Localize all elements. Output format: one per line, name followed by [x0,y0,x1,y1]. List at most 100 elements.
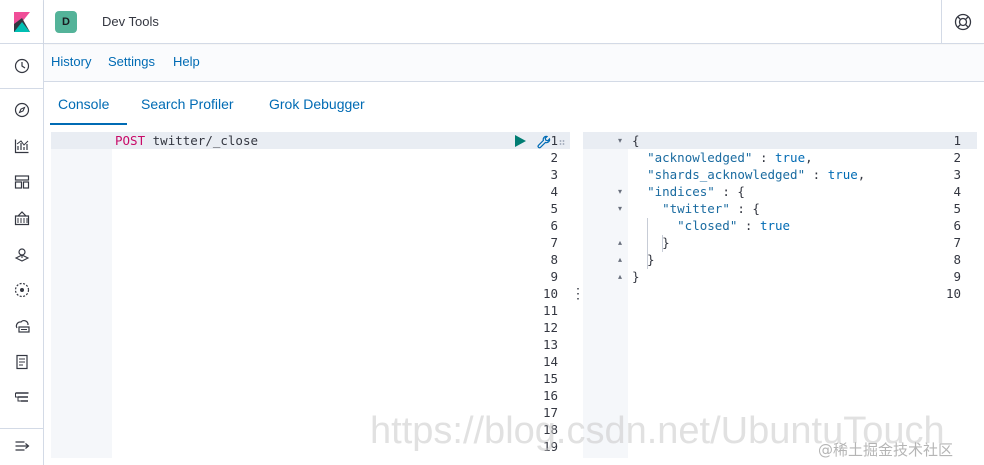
response-token: { [632,133,640,148]
response-line: { [632,133,640,148]
drag-handle-icon[interactable] [559,136,565,146]
response-token: } [632,235,670,250]
line-number: 10 [542,286,558,301]
response-token: , [805,150,813,165]
response-line: "twitter" : { [632,201,760,216]
logs-icon[interactable] [12,352,32,372]
response-token: "indices" [647,184,715,199]
ml-icon[interactable] [12,280,32,300]
request-method: POST [115,133,146,148]
response-token: "twitter" [662,201,730,216]
line-number: 6 [953,218,961,233]
fold-toggle-icon[interactable]: ▾ [618,204,622,213]
line-number: 3 [953,167,961,182]
dashboard-icon[interactable] [12,172,32,192]
indent-guide [662,235,663,252]
line-number: 13 [542,337,558,352]
discover-compass-icon[interactable] [12,100,32,120]
wrench-icon[interactable] [536,134,552,150]
response-line: } [632,252,655,267]
help-lifesaver-icon[interactable] [953,12,973,32]
fold-toggle-icon[interactable]: ▴ [618,255,622,264]
line-number: 7 [953,235,961,250]
line-number: 15 [542,371,558,386]
line-number: 16 [542,388,558,403]
side-nav-rail [0,0,44,465]
response-token: true [759,218,791,233]
rail-bottom-divider [0,428,44,429]
top-header: D Dev Tools [44,0,984,44]
response-gutter [583,132,628,458]
tab-console[interactable]: Console [58,96,109,112]
response-line: "closed" : true [632,218,790,233]
response-token [632,218,677,233]
tab-search-profiler[interactable]: Search Profiler [141,96,234,112]
response-token: : [805,167,828,182]
fold-toggle-icon[interactable]: ▴ [618,272,622,281]
response-line: } [632,269,640,284]
response-token: } [632,269,640,284]
console-top-menu: History Settings Help [44,45,984,82]
help-link[interactable]: Help [173,54,200,69]
line-number: 2 [953,150,961,165]
indent-guide [647,218,648,269]
response-line: "shards_acknowledged" : true, [632,167,865,182]
fold-toggle-icon[interactable]: ▾ [618,187,622,196]
send-request-button[interactable] [513,134,527,148]
space-avatar[interactable]: D [55,11,77,33]
response-token [632,201,662,216]
line-number: 19 [542,439,558,454]
history-link[interactable]: History [51,54,91,69]
request-line[interactable]: POST twitter/_close [115,133,258,148]
response-token: : { [729,201,760,216]
response-token: "closed" [677,218,738,233]
apm-icon[interactable] [12,388,32,408]
fold-toggle-icon[interactable]: ▴ [618,238,622,247]
line-number: 8 [550,252,558,267]
request-editor[interactable]: 1 2 3 4 5 6 7 8 9 10 11 12 13 14 15 16 17 18 19 POST twitt… [51,132,570,458]
infrastructure-icon[interactable] [12,316,32,336]
kibana-logo-icon[interactable] [0,0,44,44]
line-number: 14 [542,354,558,369]
pane-resizer[interactable]: ⋮ [571,285,585,305]
line-number: 1 [953,133,961,148]
line-number: 6 [550,218,558,233]
response-token: true [775,150,806,165]
settings-link[interactable]: Settings [108,54,155,69]
line-number: 5 [953,201,961,216]
line-number: 11 [542,303,558,318]
dev-tools-tabs: Console Search Profiler Grok Debugger [44,82,984,126]
request-gutter [51,132,112,458]
canvas-icon[interactable] [12,208,32,228]
line-number: 9 [953,269,961,284]
response-token: "shards_acknowledged" [647,167,806,182]
collapse-menu-icon[interactable] [12,436,32,456]
response-token: , [857,167,866,182]
line-number: 3 [550,167,558,182]
fold-toggle-icon[interactable]: ▾ [618,136,622,145]
line-number: 10 [945,286,961,301]
response-token [632,184,647,199]
clock-recent-icon[interactable] [12,56,32,76]
request-url: twitter/_close [152,133,258,148]
response-line: "acknowledged" : true, [632,150,813,165]
response-token: : [737,218,760,233]
line-number: 12 [542,320,558,335]
maps-icon[interactable] [12,244,32,264]
response-token: : { [714,184,745,199]
line-number: 9 [550,269,558,284]
response-token: true [827,167,858,182]
line-number: 8 [953,252,961,267]
tab-grok-debugger[interactable]: Grok Debugger [269,96,365,112]
response-line: } [632,235,670,250]
line-number: 18 [542,422,558,437]
response-token: "acknowledged" [647,150,753,165]
header-divider [941,0,942,44]
page-title: Dev Tools [102,14,159,29]
rail-divider [0,88,44,89]
active-tab-indicator [50,123,127,125]
response-token [632,150,647,165]
line-number: 5 [550,201,558,216]
visualize-chart-icon[interactable] [12,136,32,156]
response-active-line [583,132,977,149]
